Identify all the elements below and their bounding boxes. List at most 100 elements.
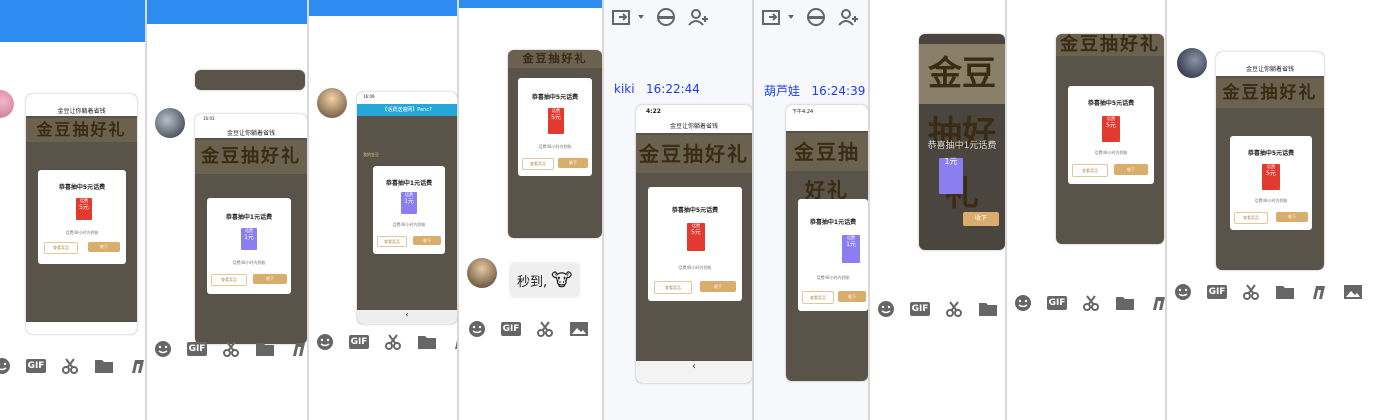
prize-modal: 恭喜抽中5元话费 话费 5元 话费48小时内到账 查看奖品 收下 [648, 187, 742, 301]
smile-icon[interactable] [0, 357, 12, 375]
chat-window-panel-2: 16:01 金豆让你躺着省钱 金豆抽好礼 恭喜抽中1元话费 话费 1元 话费48小时… [147, 0, 307, 420]
smile-icon[interactable] [876, 300, 896, 318]
folder-icon[interactable] [978, 300, 998, 318]
chevron-down-icon[interactable] [638, 14, 644, 20]
prize-title: 恭喜抽中5元话费 [58, 184, 106, 191]
screenshot-image: 金豆抽好礼 恭喜抽中5元话费 话费 5元 话费48小时内到账 查看奖品 收下 [1056, 34, 1164, 244]
view-prize-button[interactable]: 查看奖品 [654, 281, 692, 294]
prize-title: 恭喜抽中5元话费 [531, 94, 579, 101]
folder-icon[interactable] [94, 357, 114, 375]
accept-button[interactable]: 收下 [413, 236, 441, 245]
smile-icon[interactable] [153, 340, 173, 358]
prize-modal: 恭喜抽中5元话费 话费 5元 话费48小时内到账 查看奖品 收下 [38, 170, 126, 264]
gif-label: GIF [1046, 296, 1068, 310]
voucher-amount: 1元 [244, 233, 254, 241]
gif-icon[interactable]: GIF [1046, 294, 1068, 312]
view-prize-button[interactable]: 查看奖品 [377, 236, 407, 247]
titlebar-text: 【话费送遍网】Penc? [382, 107, 432, 113]
shake-icon[interactable] [289, 340, 307, 358]
view-prize-button[interactable]: 查看奖品 [211, 274, 247, 286]
accept-button[interactable]: 收下 [1276, 212, 1308, 222]
avatar [1177, 48, 1207, 78]
folder-icon[interactable] [417, 333, 437, 351]
avatar [155, 108, 185, 138]
promo-banner: 金豆抽好礼 [26, 118, 137, 142]
cow-emoji-icon: 🐮 [551, 269, 573, 291]
folder-icon[interactable] [1275, 283, 1295, 301]
gif-label: GIF [1206, 285, 1228, 299]
chat-window-panel-8: 金豆抽好礼 恭喜抽中5元话费 话费 5元 话费48小时内到账 查看奖品 收下 GI… [1007, 0, 1165, 420]
chevron-down-icon[interactable] [788, 14, 794, 20]
input-toolbar: GIF [467, 320, 589, 338]
shake-icon[interactable] [1149, 294, 1165, 312]
gif-icon[interactable]: GIF [909, 300, 931, 318]
bean-row: 我的金豆 [363, 152, 379, 158]
scissors-icon[interactable] [1241, 283, 1261, 301]
forward-icon[interactable] [762, 8, 784, 26]
screenshot-image: 下午4:24 金豆抽好礼 恭喜抽中1元话费 话费 1元 话费48小时内到账 查看奖… [786, 105, 868, 381]
message-time: 16:24:39 [811, 84, 866, 98]
mini-program-titlebar: 【话费送遍网】Penc? [357, 104, 457, 116]
prize-modal: 恭喜抽中5元话费 话费 5元 话费48小时内到账 查看奖品 收下 [1068, 86, 1154, 184]
smile-icon[interactable] [1173, 283, 1193, 301]
gif-icon[interactable]: GIF [1206, 283, 1228, 301]
gif-icon[interactable]: GIF [25, 357, 47, 375]
shake-icon[interactable] [128, 357, 145, 375]
gif-label: GIF [500, 322, 522, 336]
folder-icon[interactable] [255, 340, 275, 358]
prize-modal: 恭喜抽中1元话费 话费 1元 话费48小时内到账 查看奖品 收下 [373, 166, 445, 254]
view-prize-button[interactable]: 查看奖品 [1072, 164, 1108, 177]
status-time: 16:01 [203, 116, 215, 121]
voucher-amount: 1元 [944, 157, 958, 166]
message-text: 秒到, [517, 274, 548, 290]
android-nav-bar [26, 322, 137, 334]
view-prize-button[interactable]: 查看奖品 [522, 158, 554, 170]
gif-icon[interactable]: GIF [348, 333, 370, 351]
view-prize-button[interactable]: 查看奖品 [1234, 212, 1268, 224]
accept-button[interactable]: 收下 [1114, 164, 1148, 175]
scissors-icon[interactable] [383, 333, 403, 351]
nav-bar: ‹ [357, 310, 457, 324]
avatar [467, 258, 497, 288]
accept-button[interactable]: 收下 [558, 158, 588, 168]
accept-button[interactable]: 收下 [838, 291, 866, 302]
voucher-5yuan: 话费 5元 [687, 223, 705, 251]
image-icon[interactable] [569, 320, 589, 338]
folder-icon[interactable] [1115, 294, 1135, 312]
smile-icon[interactable] [467, 320, 487, 338]
prize-modal: 恭喜抽中5元话费 话费 5元 话费48小时内到账 查看奖品 收下 [1230, 136, 1312, 230]
prize-modal: 恭喜抽中1元话费 话费 1元 话费48小时内到账 查看奖品 收下 [207, 198, 291, 294]
bean-label: 我的金豆 [363, 152, 379, 157]
accept-button[interactable]: 收下 [700, 281, 736, 292]
accept-button[interactable]: 收下 [963, 212, 999, 226]
scissors-icon[interactable] [535, 320, 555, 338]
status-time: 16:09 [363, 94, 375, 99]
accept-button[interactable]: 收下 [88, 242, 120, 252]
shake-icon[interactable] [1309, 283, 1329, 301]
chat-window-panel-7: 金豆抽好礼 恭喜抽中1元话费 1元 收下 GIF [870, 0, 1005, 420]
voice-chat-icon[interactable] [656, 8, 676, 26]
add-member-icon[interactable] [838, 8, 860, 26]
voice-chat-icon[interactable] [806, 8, 826, 26]
prize-modal: 恭喜抽中5元话费 话费 5元 话费48小时内到账 查看奖品 收下 [518, 78, 592, 176]
chat-header-icons [612, 8, 710, 26]
input-toolbar: GIF [876, 300, 998, 318]
accept-button[interactable]: 收下 [253, 274, 287, 284]
smile-icon[interactable] [315, 333, 335, 351]
promo-banner: 金豆抽好礼 [1216, 78, 1324, 108]
gif-icon[interactable]: GIF [186, 340, 208, 358]
scissors-icon[interactable] [60, 357, 80, 375]
forward-icon[interactable] [612, 8, 634, 26]
image-icon[interactable] [1343, 283, 1363, 301]
gif-icon[interactable]: GIF [500, 320, 522, 338]
scissors-icon[interactable] [1081, 294, 1101, 312]
chat-window-panel-5: kiki 16:22:44 4:22 金豆让你躺着省钱 金豆抽好礼 恭喜抽中5元话… [604, 0, 752, 420]
prize-modal: 恭喜抽中1元话费 话费 1元 话费48小时内到账 查看奖品 收下 [798, 199, 868, 311]
view-prize-button[interactable]: 查看奖品 [44, 242, 78, 254]
smile-icon[interactable] [1013, 294, 1033, 312]
voucher-label: 话费 [692, 223, 700, 228]
view-prize-button[interactable]: 查看奖品 [802, 291, 834, 304]
scissors-icon[interactable] [944, 300, 964, 318]
scissors-icon[interactable] [221, 340, 241, 358]
add-member-icon[interactable] [688, 8, 710, 26]
